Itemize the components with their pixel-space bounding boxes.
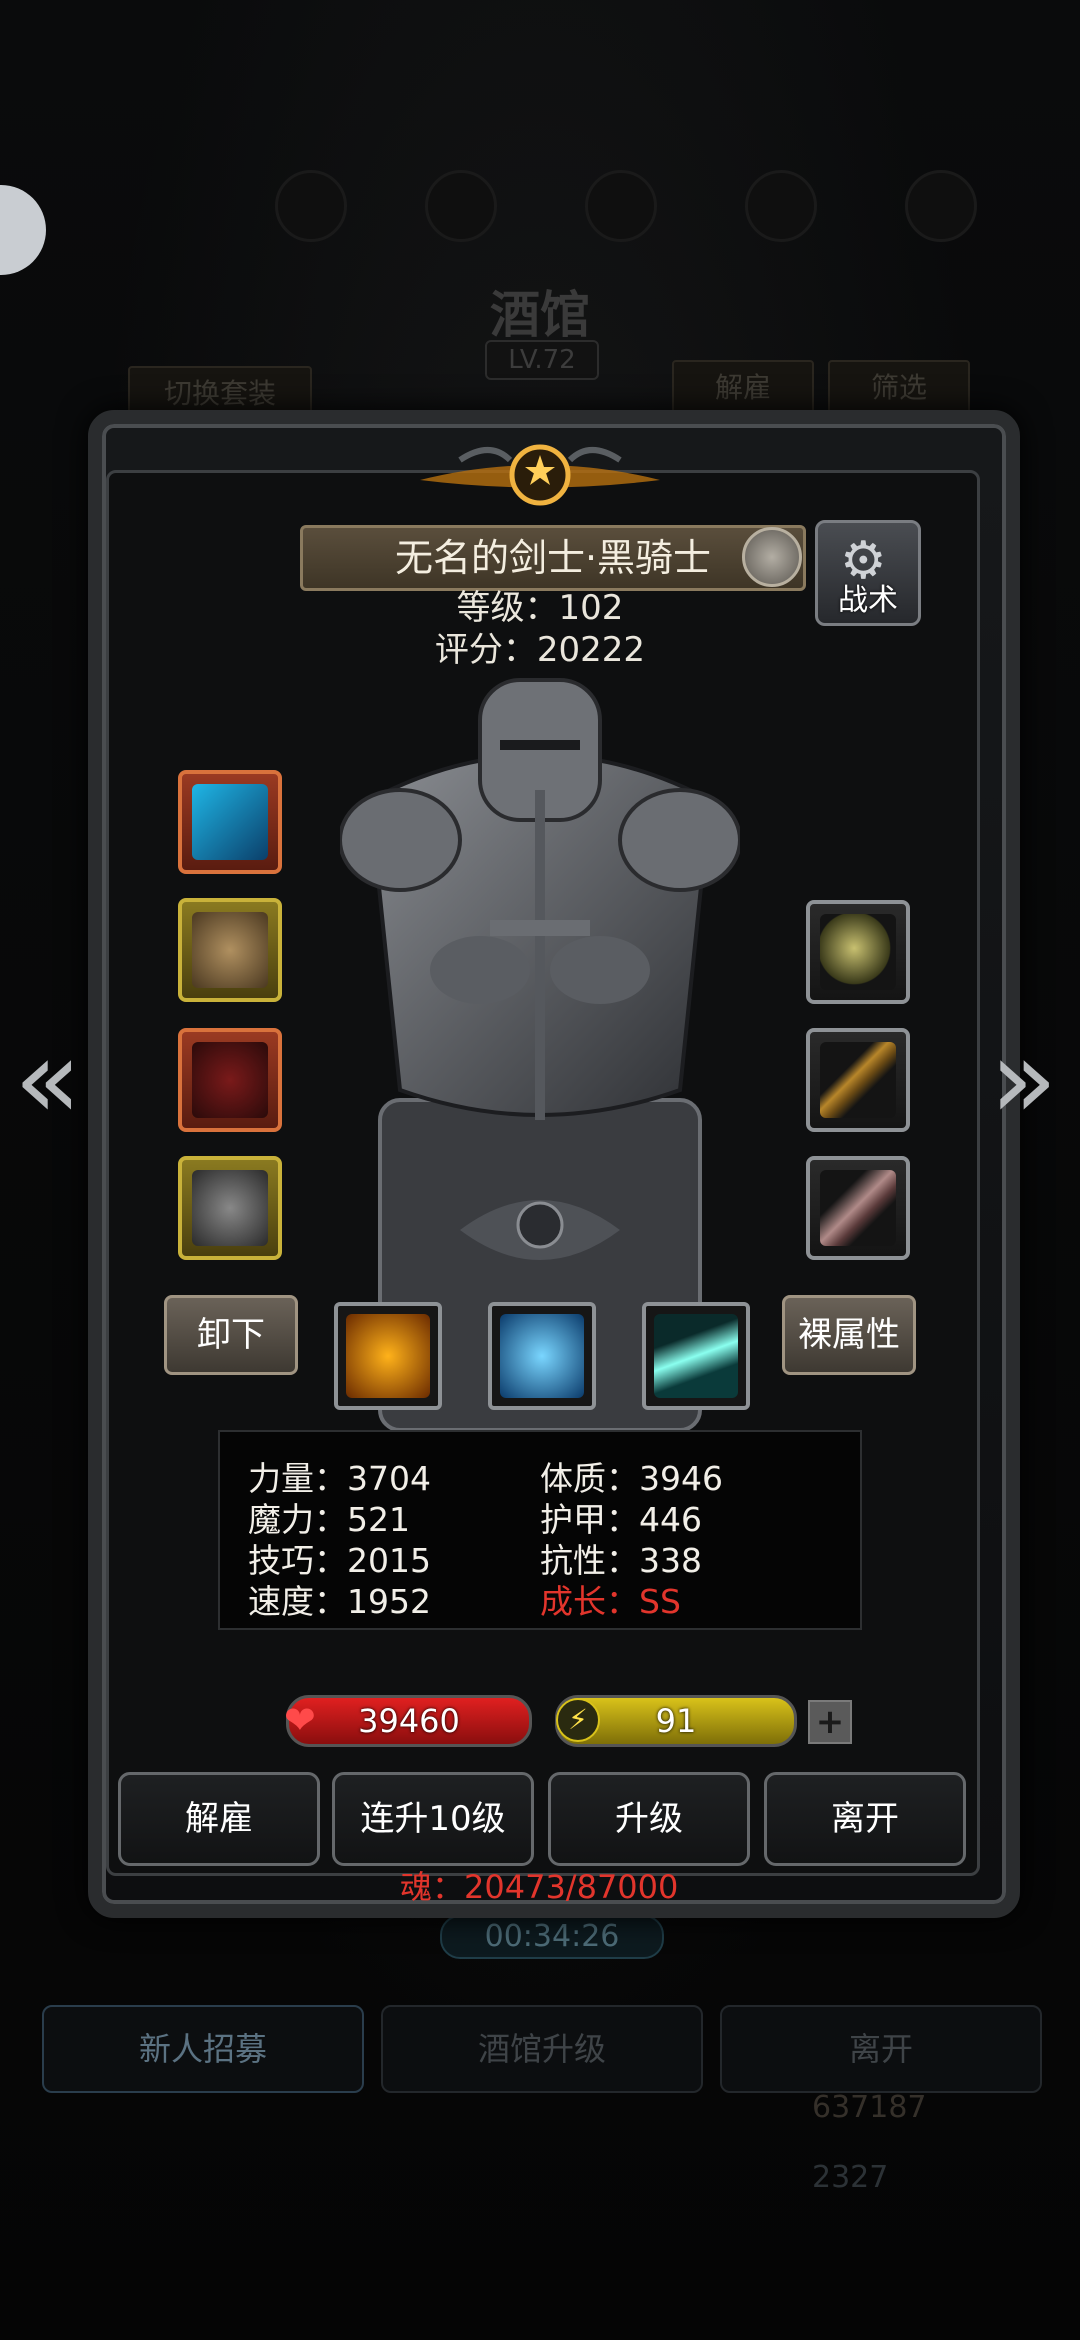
level-up-button[interactable]: 升级 xyxy=(548,1772,750,1866)
prev-hero-arrow-icon[interactable]: « xyxy=(14,1015,81,1143)
equip-slot-armor[interactable] xyxy=(178,898,282,1002)
heart-icon: ❤ xyxy=(284,1698,316,1742)
bg-hero-icon xyxy=(745,170,817,242)
currency-gem: 2327 xyxy=(812,2160,889,2195)
soul-counter: 魂：20473/87000 xyxy=(400,1868,679,1906)
currency-gold: 637187 xyxy=(812,2090,927,2125)
filter-button[interactable]: 筛选 xyxy=(828,360,970,416)
equip-slot-accessory[interactable] xyxy=(806,1028,910,1132)
recruit-timer: 00:34:26 xyxy=(440,1915,664,1959)
equip-slot-weapon[interactable] xyxy=(178,770,282,874)
add-energy-button[interactable]: + xyxy=(808,1700,852,1744)
tavern-level: LV.72 xyxy=(485,340,599,380)
tactic-label: 战术 xyxy=(838,583,898,618)
next-hero-arrow-icon[interactable]: » xyxy=(990,1015,1057,1143)
stat-growth: 成长：SS xyxy=(540,1582,681,1621)
tavern-title: 酒馆 xyxy=(490,285,590,344)
hp-value: 39460 xyxy=(358,1702,460,1740)
bg-hero-icon xyxy=(425,170,497,242)
chest-armor-icon xyxy=(192,912,268,988)
hero-score: 评分：20222 xyxy=(434,630,646,670)
slash-skill-icon xyxy=(654,1314,738,1398)
shield-skill-icon xyxy=(346,1314,430,1398)
tab-upgrade-tavern[interactable]: 酒馆升级 xyxy=(381,2005,703,2093)
tab-leave[interactable]: 离开 xyxy=(720,2005,1042,2093)
skill-slot-1[interactable] xyxy=(334,1302,442,1410)
gem-icon xyxy=(820,914,896,990)
dismiss-button[interactable]: 解雇 xyxy=(118,1772,320,1866)
bg-hero-icon xyxy=(905,170,977,242)
edit-name-icon[interactable] xyxy=(742,527,802,587)
tactic-button[interactable]: ⚙ 战术 xyxy=(815,520,921,626)
level-up-10-button[interactable]: 连升10级 xyxy=(332,1772,534,1866)
hp-bar: 39460 xyxy=(286,1695,532,1747)
equip-slot-ring[interactable] xyxy=(178,1156,282,1260)
bg-hero-icon xyxy=(275,170,347,242)
leave-button[interactable]: 离开 xyxy=(764,1772,966,1866)
feather-icon xyxy=(820,1170,896,1246)
stat-speed: 速度：1952 xyxy=(248,1582,431,1621)
equip-slot-charm[interactable] xyxy=(806,1156,910,1260)
lightning-icon: ⚡ xyxy=(556,1698,600,1742)
bg-dismiss-button[interactable]: 解雇 xyxy=(672,360,814,416)
skill-slot-2[interactable] xyxy=(488,1302,596,1410)
eye-skill-icon xyxy=(500,1314,584,1398)
equip-slot-gem[interactable] xyxy=(806,900,910,1004)
ring-icon xyxy=(192,1170,268,1246)
bg-hero-icon xyxy=(585,170,657,242)
unequip-button[interactable]: 卸下 xyxy=(164,1295,298,1375)
equip-slot-helmet[interactable] xyxy=(178,1028,282,1132)
scepter-icon xyxy=(820,1042,896,1118)
helmet-icon xyxy=(192,1042,268,1118)
skill-slot-3[interactable] xyxy=(642,1302,750,1410)
base-attr-button[interactable]: 裸属性 xyxy=(782,1295,916,1375)
sword-icon xyxy=(192,784,268,860)
tab-recruit[interactable]: 新人招募 xyxy=(42,2005,364,2093)
panel-emblem-icon xyxy=(420,444,660,506)
